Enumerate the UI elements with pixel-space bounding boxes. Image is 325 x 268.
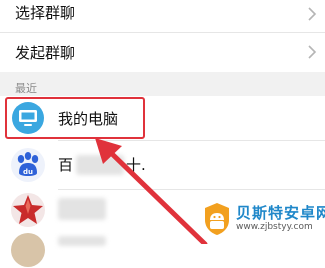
blurred-text [58, 236, 106, 246]
start-group-row[interactable]: 发起群聊 [0, 33, 325, 71]
chevron-right-icon [308, 45, 317, 59]
baidu-paw-icon: du [11, 148, 45, 182]
red-star-icon [11, 193, 45, 227]
highlight-box [5, 97, 145, 139]
blurred-text [58, 198, 106, 220]
contact-name-suffix: 十. [126, 156, 146, 174]
watermark-url: www.zjbstyy.com [236, 222, 313, 232]
avatar [11, 233, 45, 267]
start-group-label: 发起群聊 [15, 44, 76, 62]
contact-baidu[interactable]: du 百 十. [0, 141, 325, 189]
watermark: 贝斯特安卓网 www.zjbstyy.com [200, 196, 325, 244]
contact-name: 百 [58, 156, 74, 174]
svg-text:du: du [23, 168, 33, 176]
blurred-text [76, 155, 124, 175]
select-group-label: 选择群聊 [15, 4, 76, 22]
watermark-title: 贝斯特安卓网 [236, 204, 325, 222]
recent-section-header: 最近 [0, 72, 325, 96]
recent-label: 最近 [15, 82, 37, 95]
chevron-right-icon [308, 7, 317, 21]
android-logo-icon [205, 203, 229, 235]
select-group-row[interactable]: 选择群聊 [0, 0, 325, 32]
